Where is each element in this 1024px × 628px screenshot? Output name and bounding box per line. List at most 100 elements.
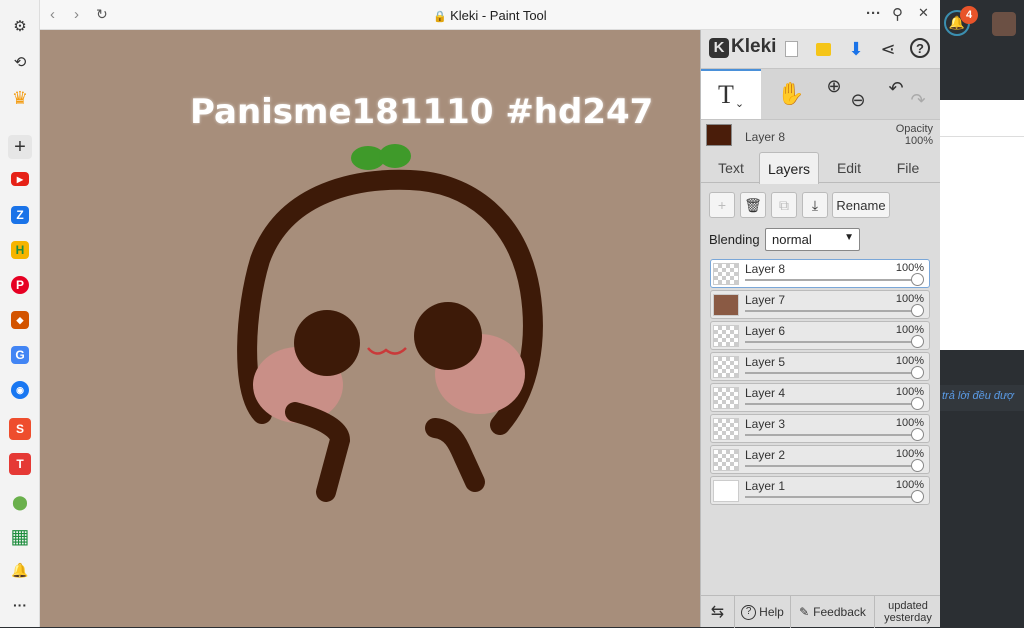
green-app-icon[interactable]: ⬤ [8,490,32,514]
rename-button[interactable]: Rename [832,192,890,218]
window-title: 🔒 Kleki - Paint Tool [40,8,940,23]
mouth [367,347,407,355]
swap-side-icon[interactable]: ⇆ [701,596,735,628]
window-titlebar: ‹ › ↻ 🔒 Kleki - Paint Tool ··· ⚲ ✕ [40,0,940,30]
layer-name: Layer 5 [745,355,786,369]
opacity-slider-knob[interactable] [911,366,924,379]
opacity-value: 100% [904,135,933,147]
translate-icon[interactable]: G [11,346,29,364]
redo-icon[interactable]: ↷ [907,75,929,125]
layer-thumbnail [713,356,739,378]
layer-item-6[interactable]: Layer 6 100% [710,321,930,350]
delete-layer-button[interactable]: 🗑 [740,192,766,218]
more-icon[interactable]: ··· [8,593,32,617]
layer-item-2[interactable]: Layer 2 100% [710,445,930,474]
download-icon[interactable]: ⬇ [845,38,867,60]
layer-item-8[interactable]: Layer 8 100% [710,259,930,288]
kleki-logo-text: Kleki [731,36,777,57]
more-options-icon[interactable]: ··· [866,5,881,22]
opacity-slider-knob[interactable] [911,304,924,317]
pinterest-icon[interactable]: P [11,276,29,294]
zoom-out-icon[interactable]: ⊖ [847,75,869,125]
opacity-slider-track[interactable] [745,403,921,405]
tiki-icon[interactable]: T [9,453,31,475]
crown-icon[interactable]: ♛ [8,86,32,110]
opacity-slider-track[interactable] [745,496,921,498]
undo-icon[interactable]: ↶ [885,63,907,113]
opacity-slider-knob[interactable] [911,459,924,472]
merge-layer-button[interactable]: ⤓ [802,192,828,218]
avatar[interactable] [992,12,1016,36]
toolbar: T ⌄ ✋ ⊕ ⊖ ↶ ↷ [701,68,941,120]
opacity-slider-track[interactable] [745,372,921,374]
settings-icon[interactable]: ⚙ [8,14,32,38]
opacity-slider-track[interactable] [745,341,921,343]
layer-item-3[interactable]: Layer 3 100% [710,414,930,443]
shopee-icon[interactable]: S [9,418,31,440]
new-file-icon[interactable] [780,38,802,60]
layer-opacity: 100% [895,355,924,367]
layer-item-5[interactable]: Layer 5 100% [710,352,930,381]
opacity-slider-track[interactable] [745,434,921,436]
tab-text[interactable]: Text [705,152,757,183]
drawing-canvas[interactable]: Panisme181110 #hd247 [40,30,700,627]
blending-select[interactable]: normal ▼ [765,228,860,251]
layer-opacity: 100% [895,417,924,429]
zalo-icon[interactable]: Z [11,206,29,224]
layer-name: Layer 8 [745,262,786,276]
opacity-slider-knob[interactable] [911,273,924,286]
text-tool-glyph: T [717,80,734,109]
feedback-label: Feedback [813,605,866,619]
hand-tool[interactable]: ✋ [761,69,821,119]
youtube-icon[interactable]: ▶ [11,172,29,186]
chevron-down-icon: ⌄ [734,97,745,110]
tab-edit[interactable]: Edit [823,152,875,183]
add-layer-button[interactable]: + [709,192,735,218]
kleki-panel: K Kleki ⬇ ⋖ ? T ⌄ ✋ ⊕ ⊖ ↶ ↷ Layer 8 Opacit… [700,30,941,628]
office-icon[interactable]: ◆ [11,311,29,329]
help-icon[interactable]: ? [910,38,930,58]
pin-icon[interactable]: ⚲ [892,5,903,23]
panel-footer: ⇆ ? Help ✎ Feedback updated yesterday [701,595,941,628]
current-layer-thumbnail [706,124,732,146]
add-app-icon[interactable]: + [8,135,32,159]
sheets-icon[interactable]: ▦ [8,524,32,548]
layer-opacity: 100% [895,262,924,274]
updated-info[interactable]: updated yesterday [875,596,941,628]
zoom-in-icon[interactable]: ⊕ [823,61,845,111]
folder-icon[interactable] [812,38,834,60]
layer-name: Layer 7 [745,293,786,307]
layer-thumbnail [713,263,739,285]
layer-name: Layer 1 [745,479,786,493]
background-link-text[interactable]: trả lời đều đượ [942,390,1014,402]
help-button[interactable]: ? Help [735,596,791,628]
notifications-icon[interactable]: 🔔 [8,558,32,582]
background-page: 🔔 4 trả lời đều đượ [940,0,1024,627]
tab-file[interactable]: File [881,152,935,183]
kleki-window: ‹ › ↻ 🔒 Kleki - Paint Tool ··· ⚲ ✕ Panis… [40,0,941,628]
opacity-slider-track[interactable] [745,465,921,467]
text-tool[interactable]: T ⌄ [701,69,761,119]
layer-item-1[interactable]: Layer 1 100% [710,476,930,505]
layer-item-7[interactable]: Layer 7 100% [710,290,930,319]
history-icon[interactable]: ⟲ [8,50,32,74]
opacity-slider-knob[interactable] [911,397,924,410]
feedback-button[interactable]: ✎ Feedback [791,596,875,628]
share-icon[interactable]: ⋖ [877,38,899,60]
layer-item-4[interactable]: Layer 4 100% [710,383,930,412]
opacity-slider-knob[interactable] [911,335,924,348]
tab-layers[interactable]: Layers [759,152,819,184]
h-app-icon[interactable]: H [11,241,29,259]
layer-thumbnail [713,325,739,347]
layer-opacity: 100% [895,448,924,460]
opacity-slider-knob[interactable] [911,490,924,503]
blue-app-icon[interactable]: ◉ [11,381,29,399]
duplicate-layer-button[interactable]: ⧉ [771,192,797,218]
kleki-logo: K Kleki [709,36,776,58]
opacity-slider-track[interactable] [745,310,921,312]
layer-name: Layer 4 [745,386,786,400]
close-icon[interactable]: ✕ [918,5,929,21]
canvas-text-label: Panisme181110 #hd247 [190,92,654,132]
opacity-slider-knob[interactable] [911,428,924,441]
opacity-slider-track[interactable] [745,279,921,281]
